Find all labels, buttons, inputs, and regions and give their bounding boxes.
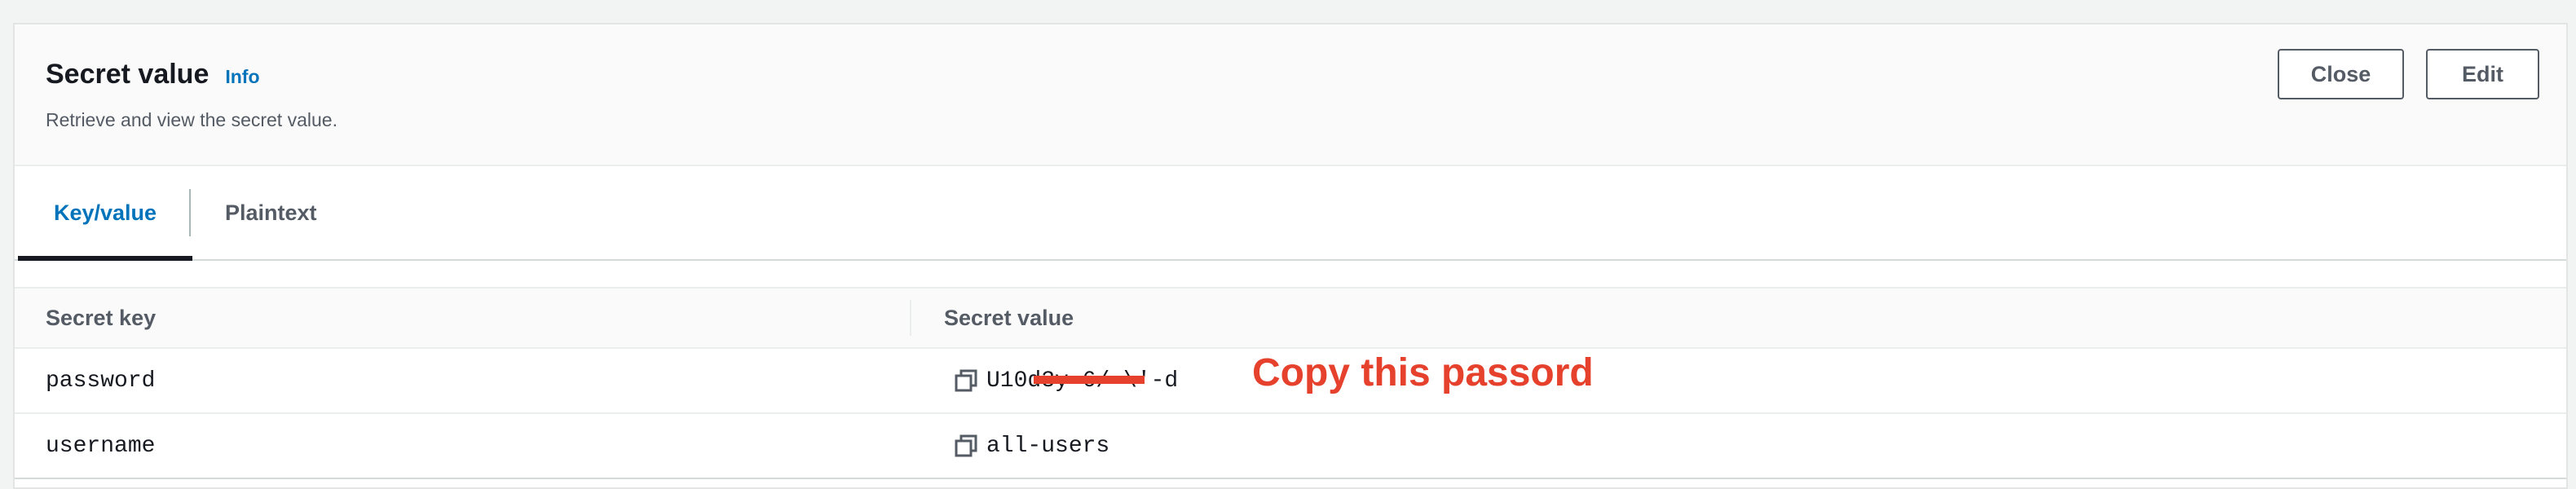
redaction-line [1034,376,1145,384]
copy-icon[interactable] [954,368,978,393]
close-button[interactable]: Close [2278,49,2404,99]
edit-button[interactable]: Edit [2426,49,2539,99]
column-header-secret-value[interactable]: Secret value [944,289,1074,347]
page-description: Retrieve and view the secret value. [46,109,337,130]
secret-value-text: all-users [986,433,1110,459]
column-separator [910,300,911,336]
tab-divider [189,189,191,236]
secret-value-cell: all-users [954,414,1109,478]
tab-plaintext[interactable]: Plaintext [225,166,317,259]
secret-value-panel: Secret value Info Retrieve and view the … [13,23,2568,489]
title-row: Secret value Info [46,59,260,90]
tab-key-value[interactable]: Key/value [18,166,192,261]
annotation-label: Copy this passord [1252,351,1594,394]
table-row: username all-users [15,414,2566,479]
info-link[interactable]: Info [225,66,259,88]
tab-bar: Key/value Plaintext [15,166,2566,261]
page-title: Secret value [46,59,210,90]
secret-key-cell: password [46,368,156,394]
table-header: Secret key Secret value [15,287,2566,349]
column-header-secret-key[interactable]: Secret key [46,289,156,347]
copy-icon[interactable] [954,434,978,458]
secret-key-cell: username [46,433,156,459]
panel-header: Secret value Info Retrieve and view the … [15,24,2566,166]
